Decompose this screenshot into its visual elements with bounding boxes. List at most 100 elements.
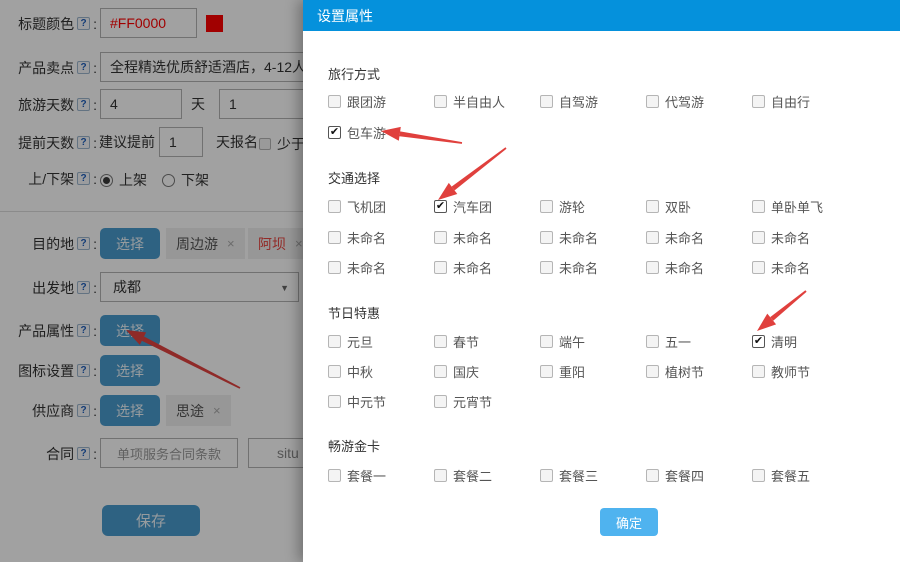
checkbox-unchecked-icon[interactable] (434, 261, 447, 274)
checkbox-item[interactable]: 未命名 (752, 258, 810, 277)
checkbox-item[interactable]: 国庆 (434, 362, 479, 381)
checkbox-unchecked-icon[interactable] (646, 261, 659, 274)
checkbox-item[interactable]: 中元节 (328, 392, 386, 411)
checkbox-label: 元宵节 (453, 392, 492, 411)
checkbox-item[interactable]: 单卧单飞 (752, 197, 823, 216)
checkbox-label: 套餐四 (665, 466, 704, 485)
checkbox-item[interactable]: ✔ 汽车团 (434, 197, 492, 216)
checkbox-unchecked-icon[interactable] (752, 95, 765, 108)
checkbox-item[interactable]: 中秋 (328, 362, 373, 381)
checkbox-unchecked-icon[interactable] (328, 200, 341, 213)
checkbox-unchecked-icon[interactable] (328, 231, 341, 244)
checkbox-item[interactable]: 自驾游 (540, 92, 598, 111)
checkbox-label: 未命名 (771, 258, 810, 277)
checkbox-unchecked-icon[interactable] (328, 261, 341, 274)
checkbox-label: 包车游 (347, 123, 386, 142)
checkbox-unchecked-icon[interactable] (540, 261, 553, 274)
checkbox-item[interactable]: 未命名 (434, 258, 492, 277)
checkbox-item[interactable]: 双卧 (646, 197, 691, 216)
checkbox-unchecked-icon[interactable] (646, 469, 659, 482)
checkbox-item[interactable]: 未命名 (540, 228, 598, 247)
checkbox-item[interactable]: 套餐五 (752, 466, 810, 485)
checkbox-unchecked-icon[interactable] (434, 231, 447, 244)
checkbox-unchecked-icon[interactable] (646, 200, 659, 213)
checkbox-label: 未命名 (665, 228, 704, 247)
checkbox-item[interactable]: 未命名 (328, 228, 386, 247)
checkbox-unchecked-icon[interactable] (540, 365, 553, 378)
section-title: 畅游金卡 (328, 436, 380, 455)
checkbox-unchecked-icon[interactable] (434, 469, 447, 482)
checkbox-item[interactable]: 半自由人 (434, 92, 505, 111)
checkbox-item[interactable]: 跟团游 (328, 92, 386, 111)
checkbox-unchecked-icon[interactable] (434, 95, 447, 108)
checkbox-unchecked-icon[interactable] (434, 395, 447, 408)
checkbox-item[interactable]: 代驾游 (646, 92, 704, 111)
checkbox-item[interactable]: 套餐二 (434, 466, 492, 485)
checkbox-item[interactable]: 端午 (540, 332, 585, 351)
checkbox-unchecked-icon[interactable] (752, 469, 765, 482)
checkbox-unchecked-icon[interactable] (328, 395, 341, 408)
checkbox-unchecked-icon[interactable] (646, 231, 659, 244)
checkbox-item[interactable]: 套餐一 (328, 466, 386, 485)
checkbox-checked-icon[interactable]: ✔ (328, 126, 341, 139)
checkbox-item[interactable]: 春节 (434, 332, 479, 351)
checkbox-item[interactable]: 未命名 (646, 258, 704, 277)
checkbox-label: 未命名 (771, 228, 810, 247)
checkbox-unchecked-icon[interactable] (328, 95, 341, 108)
checkbox-item[interactable]: 教师节 (752, 362, 810, 381)
checkbox-label: 国庆 (453, 362, 479, 381)
checkbox-item[interactable]: 未命名 (752, 228, 810, 247)
checkbox-checked-icon[interactable]: ✔ (434, 200, 447, 213)
checkbox-unchecked-icon[interactable] (434, 335, 447, 348)
checkbox-label: 自驾游 (559, 92, 598, 111)
checkbox-item[interactable]: 未命名 (328, 258, 386, 277)
checkbox-unchecked-icon[interactable] (540, 95, 553, 108)
checkbox-label: 未命名 (559, 228, 598, 247)
checkbox-unchecked-icon[interactable] (540, 335, 553, 348)
checkbox-label: 清明 (771, 332, 797, 351)
checkbox-unchecked-icon[interactable] (752, 365, 765, 378)
checkbox-label: 教师节 (771, 362, 810, 381)
checkbox-unchecked-icon[interactable] (752, 231, 765, 244)
checkbox-item[interactable]: ✔ 清明 (752, 332, 797, 351)
checkbox-label: 未命名 (665, 258, 704, 277)
checkbox-label: 汽车团 (453, 197, 492, 216)
checkbox-item[interactable]: 未命名 (540, 258, 598, 277)
checkbox-unchecked-icon[interactable] (646, 335, 659, 348)
checkbox-item[interactable]: 未命名 (646, 228, 704, 247)
checkbox-item[interactable]: 重阳 (540, 362, 585, 381)
checkbox-item[interactable]: 游轮 (540, 197, 585, 216)
checkbox-label: 套餐三 (559, 466, 598, 485)
checkbox-unchecked-icon[interactable] (328, 469, 341, 482)
checkbox-unchecked-icon[interactable] (540, 200, 553, 213)
checkbox-item[interactable]: 飞机团 (328, 197, 386, 216)
confirm-button[interactable]: 确定 (600, 508, 658, 536)
checkbox-unchecked-icon[interactable] (328, 365, 341, 378)
checkbox-item[interactable]: 自由行 (752, 92, 810, 111)
checkbox-label: 单卧单飞 (771, 197, 823, 216)
checkbox-item[interactable]: 五一 (646, 332, 691, 351)
checkbox-item[interactable]: 套餐四 (646, 466, 704, 485)
checkbox-unchecked-icon[interactable] (646, 95, 659, 108)
checkbox-label: 未命名 (453, 228, 492, 247)
section-title: 旅行方式 (328, 64, 380, 83)
checkbox-label: 元旦 (347, 332, 373, 351)
checkbox-unchecked-icon[interactable] (434, 365, 447, 378)
checkbox-label: 植树节 (665, 362, 704, 381)
checkbox-unchecked-icon[interactable] (540, 469, 553, 482)
checkbox-item[interactable]: ✔ 包车游 (328, 123, 386, 142)
checkbox-unchecked-icon[interactable] (752, 261, 765, 274)
checkbox-item[interactable]: 元旦 (328, 332, 373, 351)
checkbox-item[interactable]: 套餐三 (540, 466, 598, 485)
checkbox-unchecked-icon[interactable] (540, 231, 553, 244)
checkbox-unchecked-icon[interactable] (328, 335, 341, 348)
checkbox-checked-icon[interactable]: ✔ (752, 335, 765, 348)
checkbox-label: 中秋 (347, 362, 373, 381)
checkbox-unchecked-icon[interactable] (646, 365, 659, 378)
checkbox-item[interactable]: 元宵节 (434, 392, 492, 411)
checkbox-label: 飞机团 (347, 197, 386, 216)
checkbox-unchecked-icon[interactable] (752, 200, 765, 213)
checkbox-item[interactable]: 未命名 (434, 228, 492, 247)
checkbox-item[interactable]: 植树节 (646, 362, 704, 381)
section-title: 节日特惠 (328, 303, 380, 322)
